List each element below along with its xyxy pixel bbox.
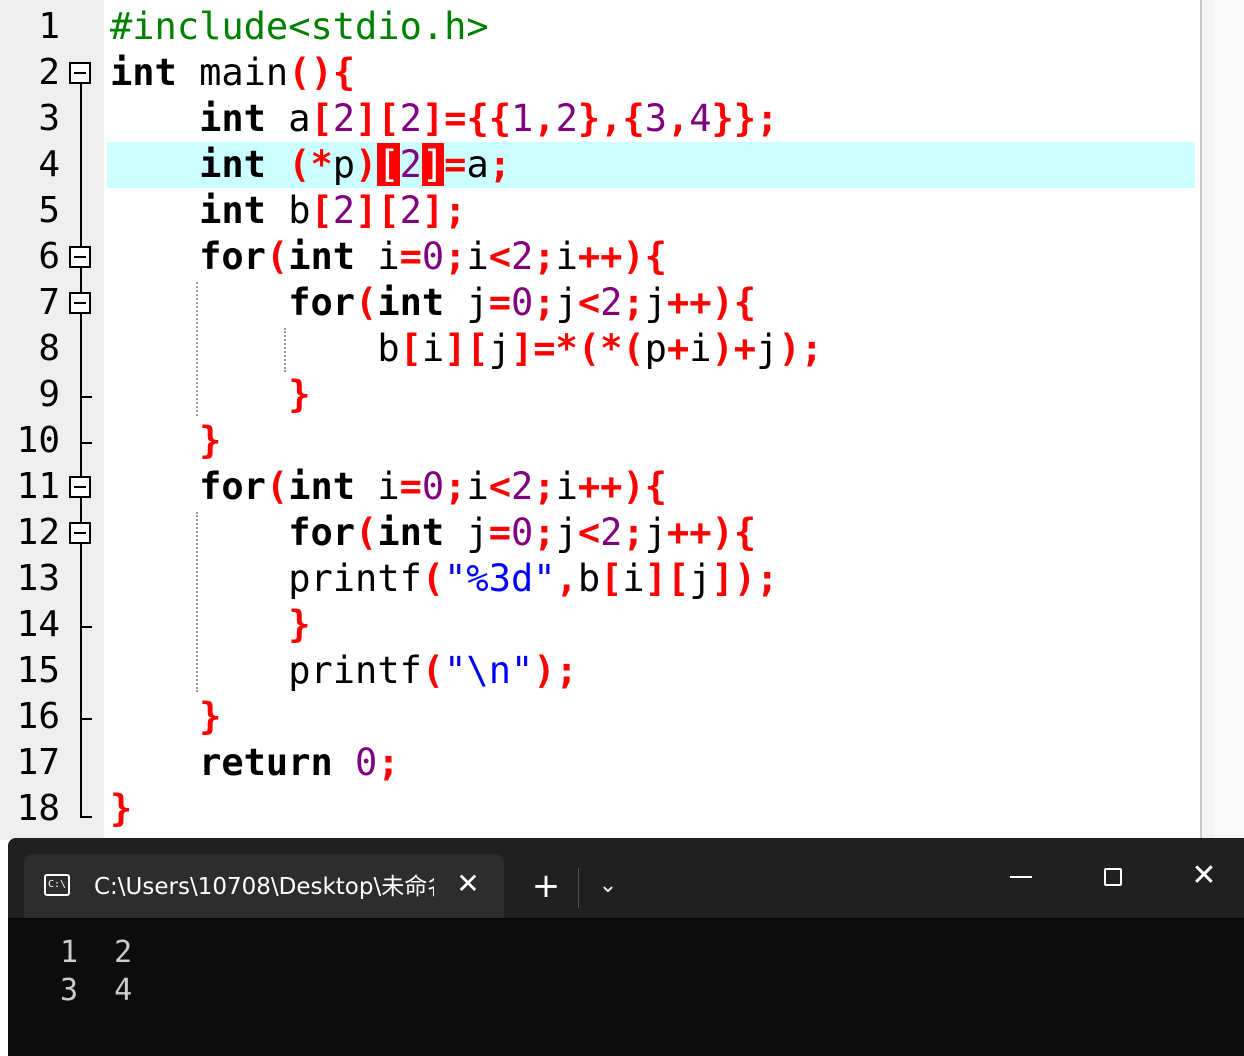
code-line-3[interactable]: 3 int a[2][2]={{1,2},{3,4}}; [0, 96, 1196, 142]
line-number: 4 [38, 144, 60, 185]
code-line-14[interactable]: 14 } [0, 602, 1196, 648]
code-line-18[interactable]: 18 } [0, 786, 1196, 832]
code-editor[interactable]: 1 #include<stdio.h> 2 int main(){ 3 int … [0, 0, 1244, 840]
code-text: int (*p)[2]=a; [199, 143, 512, 186]
code-line-6[interactable]: 6 for(int i=0;i<2;i++){ [0, 234, 1196, 280]
maximize-button[interactable] [1094, 858, 1134, 898]
code-text: for(int i=0;i<2;i++){ [199, 465, 667, 508]
code-text: } [288, 603, 311, 646]
terminal-window[interactable]: C:\ C:\Users\10708\Desktop\未命名 ✕ + ⌄ ✕ 1… [8, 838, 1244, 1056]
code-text: int a[2][2]={{1,2},{3,4}}; [199, 97, 779, 140]
editor-right-margin [1214, 0, 1244, 840]
terminal-tab[interactable]: C:\ C:\Users\10708\Desktop\未命名 ✕ [24, 854, 504, 918]
line-number: 14 [16, 604, 60, 645]
tab-divider [578, 868, 579, 908]
code-text: for(int j=0;j<2;j++){ [288, 281, 757, 324]
code-line-8[interactable]: 8 b[i][j]=*(*(p+i)+j); [0, 326, 1196, 372]
terminal-output: 1 2 3 4 [60, 935, 133, 1008]
code-line-11[interactable]: 11 for(int i=0;i<2;i++){ [0, 464, 1196, 510]
code-line-5[interactable]: 5 int b[2][2]; [0, 188, 1196, 234]
line-number: 6 [38, 236, 60, 277]
chevron-down-icon[interactable]: ⌄ [590, 866, 626, 906]
line-number: 17 [16, 742, 60, 783]
line-number: 16 [16, 696, 60, 737]
code-text: int b[2][2]; [199, 189, 467, 232]
code-line-1[interactable]: 1 #include<stdio.h> [0, 4, 1196, 50]
code-text: } [288, 373, 311, 416]
terminal-icon: C:\ [44, 874, 70, 896]
line-number: 2 [38, 52, 60, 93]
code-text: printf("%3d",b[i][j]); [288, 557, 779, 600]
bracket-match-highlight: [ [377, 143, 400, 186]
terminal-tab-bar: C:\ C:\Users\10708\Desktop\未命名 ✕ + ⌄ ✕ [8, 838, 1244, 918]
code-line-16[interactable]: 16 } [0, 694, 1196, 740]
line-number: 13 [16, 558, 60, 599]
code-line-15[interactable]: 15 printf("\n"); [0, 648, 1196, 694]
code-line-10[interactable]: 10 } [0, 418, 1196, 464]
code-line-12[interactable]: 12 for(int j=0;j<2;j++){ [0, 510, 1196, 556]
line-number: 15 [16, 650, 60, 691]
code-text: for(int i=0;i<2;i++){ [199, 235, 667, 278]
line-number: 7 [38, 282, 60, 323]
line-number: 12 [16, 512, 60, 553]
code-text: } [199, 419, 222, 462]
bracket-match-highlight: ] [421, 143, 445, 186]
code-text: int main(){ [110, 51, 356, 94]
line-number: 11 [16, 466, 60, 507]
tab-title: C:\Users\10708\Desktop\未命名 [94, 874, 434, 900]
line-number: 18 [16, 788, 60, 829]
line-number: 3 [38, 98, 60, 139]
code-text: for(int j=0;j<2;j++){ [288, 511, 757, 554]
code-text: return 0; [199, 741, 400, 784]
code-text: } [199, 695, 222, 738]
line-number: 10 [16, 420, 60, 461]
minimize-button[interactable] [1002, 858, 1042, 898]
code-line-7[interactable]: 7 for(int j=0;j<2;j++){ [0, 280, 1196, 326]
line-number: 5 [38, 190, 60, 231]
close-tab-icon[interactable]: ✕ [450, 866, 486, 902]
line-number: 1 [38, 6, 60, 47]
line-number: 8 [38, 328, 60, 369]
new-tab-button[interactable]: + [528, 866, 564, 906]
code-text: printf("\n"); [288, 649, 578, 692]
code-line-17[interactable]: 17 return 0; [0, 740, 1196, 786]
code-line-2[interactable]: 2 int main(){ [0, 50, 1196, 96]
code-line-4-current[interactable]: 4 int (*p)[2]=a; [0, 142, 1196, 188]
line-number: 9 [38, 374, 60, 415]
code-text: #include<stdio.h> [110, 5, 489, 48]
code-text: b[i][j]=*(*(p+i)+j); [377, 327, 823, 370]
close-window-button[interactable]: ✕ [1184, 856, 1224, 896]
code-text: } [110, 787, 133, 830]
code-line-13[interactable]: 13 printf("%3d",b[i][j]); [0, 556, 1196, 602]
code-line-9[interactable]: 9 } [0, 372, 1196, 418]
